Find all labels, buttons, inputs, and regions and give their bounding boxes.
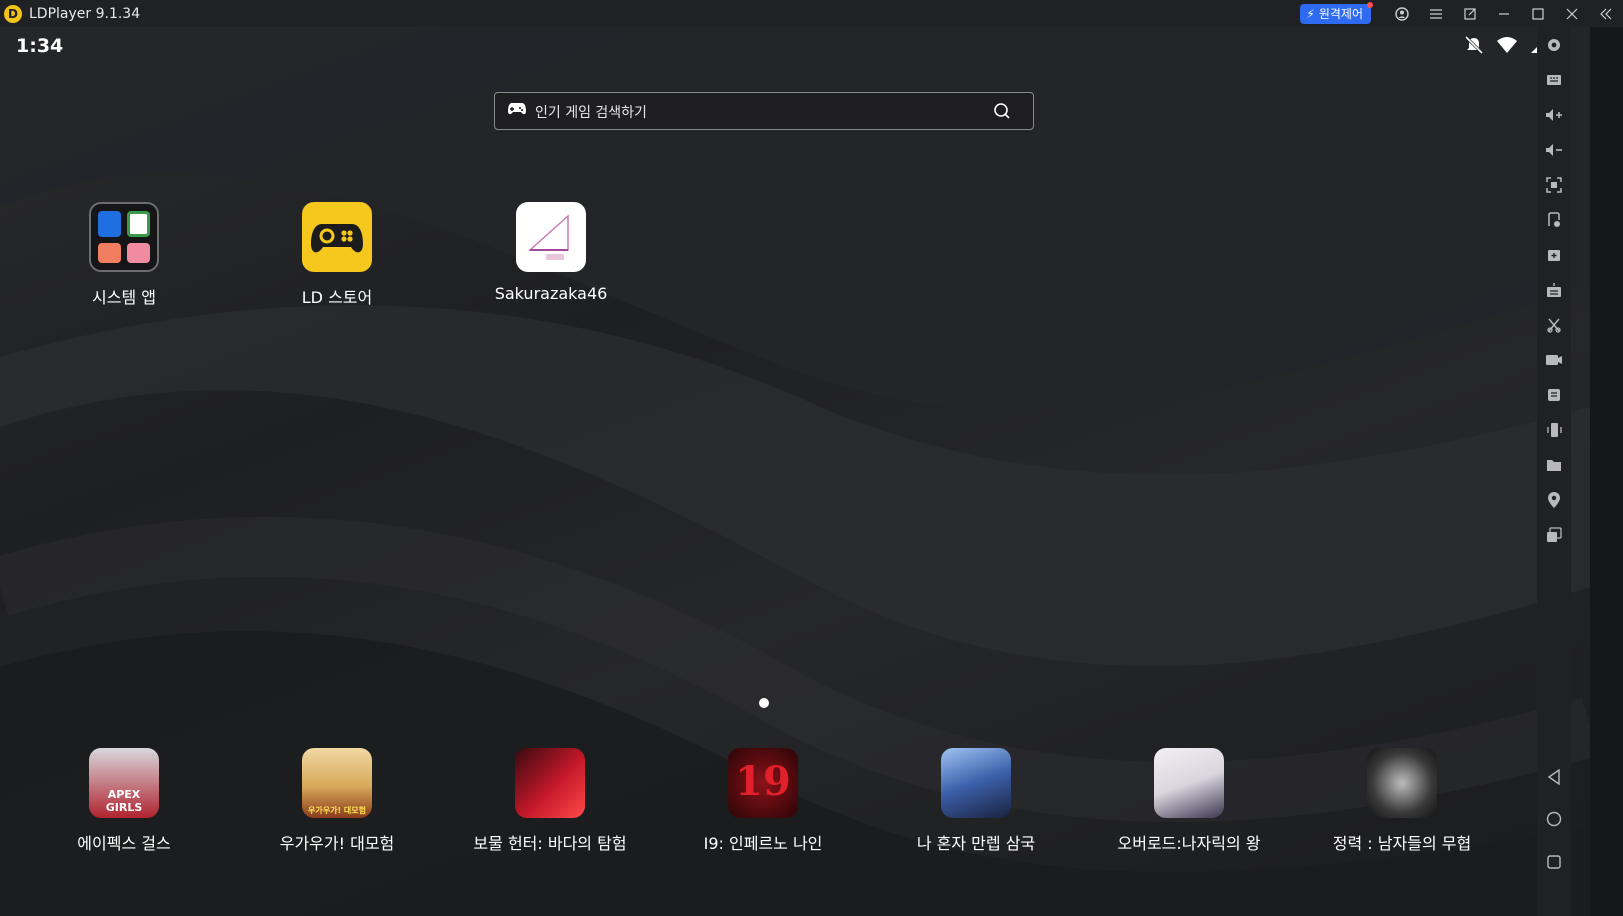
gamepad-icon (508, 103, 526, 115)
window-title: LDPlayer 9.1.34 (29, 5, 141, 22)
app-label: 우가우가! 대모험 (279, 834, 395, 853)
close-icon[interactable] (1555, 0, 1589, 27)
gamepad-icon (302, 202, 372, 272)
remote-control-button[interactable]: ⚡ 원격제어 (1300, 1, 1373, 24)
folder-icon[interactable] (1537, 453, 1571, 477)
apex-girls-icon-text: APEX GIRLS (105, 788, 143, 814)
location-pin-icon[interactable] (1537, 488, 1571, 512)
scissors-icon[interactable] (1537, 313, 1571, 337)
ldplayer-logo-icon: D (4, 4, 22, 23)
notes-icon[interactable] (1537, 383, 1571, 407)
status-bar: 1:34 (0, 27, 1590, 65)
remote-control-label: 원격제어 (1318, 7, 1363, 21)
dock-app-uga-uga[interactable]: 우가우가! 대모험 우가우가! 대모험 (252, 748, 422, 854)
wifi-icon (1497, 37, 1517, 53)
back-icon[interactable] (1537, 765, 1571, 789)
app-label: 오버로드:나자릭의 왕 (1117, 834, 1261, 853)
sync-windows-icon[interactable] (1537, 523, 1571, 547)
page-indicator-dot (759, 698, 769, 708)
app-label: 시스템 앱 (92, 288, 156, 307)
uga-uga-icon: 우가우가! 대모험 (302, 748, 372, 818)
app-label: 정력 : 남자들의 무협 (1332, 834, 1472, 853)
inferno-nine-icon: 19 (728, 748, 798, 818)
fullscreen-icon[interactable] (1537, 173, 1571, 197)
maximize-icon[interactable] (1521, 0, 1555, 27)
dock-app-solo-leveling-3k[interactable]: 나 혼자 만렙 삼국 (891, 748, 1061, 854)
recent-apps-icon[interactable] (1537, 850, 1571, 874)
title-bar: D LDPlayer 9.1.34 ⚡ 원격제어 (0, 0, 1623, 27)
install-apk-icon[interactable] (1537, 208, 1571, 232)
app-system-apps[interactable]: 시스템 앱 (39, 202, 209, 308)
home-icon[interactable] (1537, 807, 1571, 831)
account-icon[interactable] (1385, 0, 1419, 27)
volume-down-icon[interactable] (1537, 138, 1571, 162)
emulator-sidebar (1537, 27, 1571, 916)
popout-icon[interactable] (1453, 0, 1487, 27)
menu-icon[interactable] (1419, 0, 1453, 27)
dock-app-overlord[interactable]: 오버로드:나자릭의 왕 (1104, 748, 1274, 854)
app-ld-store[interactable]: LD 스토어 (252, 202, 422, 308)
chrome-mini-icon (127, 211, 150, 237)
status-clock: 1:34 (16, 35, 64, 57)
dock-app-inferno-nine[interactable]: 19 I9: 인페르노 나인 (678, 748, 848, 854)
treasure-hunter-icon (515, 748, 585, 818)
solo-leveling-3k-icon (941, 748, 1011, 818)
overlord-icon (1154, 748, 1224, 818)
app-label: Sakurazaka46 (494, 284, 608, 303)
keyboard-mapping-icon[interactable] (1537, 68, 1571, 92)
collapse-sidebar-icon[interactable] (1589, 0, 1623, 27)
app-label: 에이펙스 걸스 (77, 834, 171, 853)
operation-recorder-icon[interactable] (1537, 278, 1571, 302)
notification-dot (1367, 1, 1373, 8)
lightning-icon: ⚡ (1306, 6, 1315, 21)
app-label: I9: 인페르노 나인 (703, 834, 823, 853)
notifications-off-icon (1464, 35, 1484, 55)
shake-icon[interactable] (1537, 418, 1571, 442)
jeongnyeok-icon (1367, 748, 1437, 818)
gallery-mini-icon (127, 243, 150, 263)
minimize-icon[interactable] (1487, 0, 1521, 27)
search-icon[interactable] (993, 102, 1011, 120)
app-label: 보물 헌터: 바다의 탐험 (473, 834, 627, 853)
app-label: 나 혼자 만렙 삼국 (916, 834, 1036, 853)
app-sakurazaka46[interactable]: Sakurazaka46 (466, 202, 636, 303)
settings-mini-icon (98, 211, 121, 237)
dock-app-apex-girls[interactable]: APEX GIRLS 에이펙스 걸스 (39, 748, 209, 854)
multi-instance-icon[interactable] (1537, 243, 1571, 267)
messages-mini-icon (98, 243, 121, 263)
search-placeholder: 인기 게임 검색하기 (535, 105, 647, 121)
uga-uga-icon-text: 우가우가! 대모험 (308, 806, 366, 815)
settings-gear-icon[interactable] (1537, 33, 1571, 57)
sakurazaka-icon (516, 202, 586, 272)
android-home-screen: 1:34 인기 게임 검색하기 시스템 앱 LD 스토어 Sakurazaka4… (0, 27, 1590, 916)
folder-icon (89, 202, 159, 272)
app-label: LD 스토어 (301, 288, 373, 307)
game-search-bar[interactable]: 인기 게임 검색하기 (494, 92, 1034, 130)
apex-girls-icon: APEX GIRLS (89, 748, 159, 818)
dock-app-treasure-hunter[interactable]: 보물 헌터: 바다의 탐험 (465, 748, 635, 854)
inferno-nine-icon-text: 19 (735, 758, 791, 805)
dock-app-jeongnyeok[interactable]: 정력 : 남자들의 무협 (1317, 748, 1487, 854)
video-record-icon[interactable] (1537, 348, 1571, 372)
volume-up-icon[interactable] (1537, 103, 1571, 127)
